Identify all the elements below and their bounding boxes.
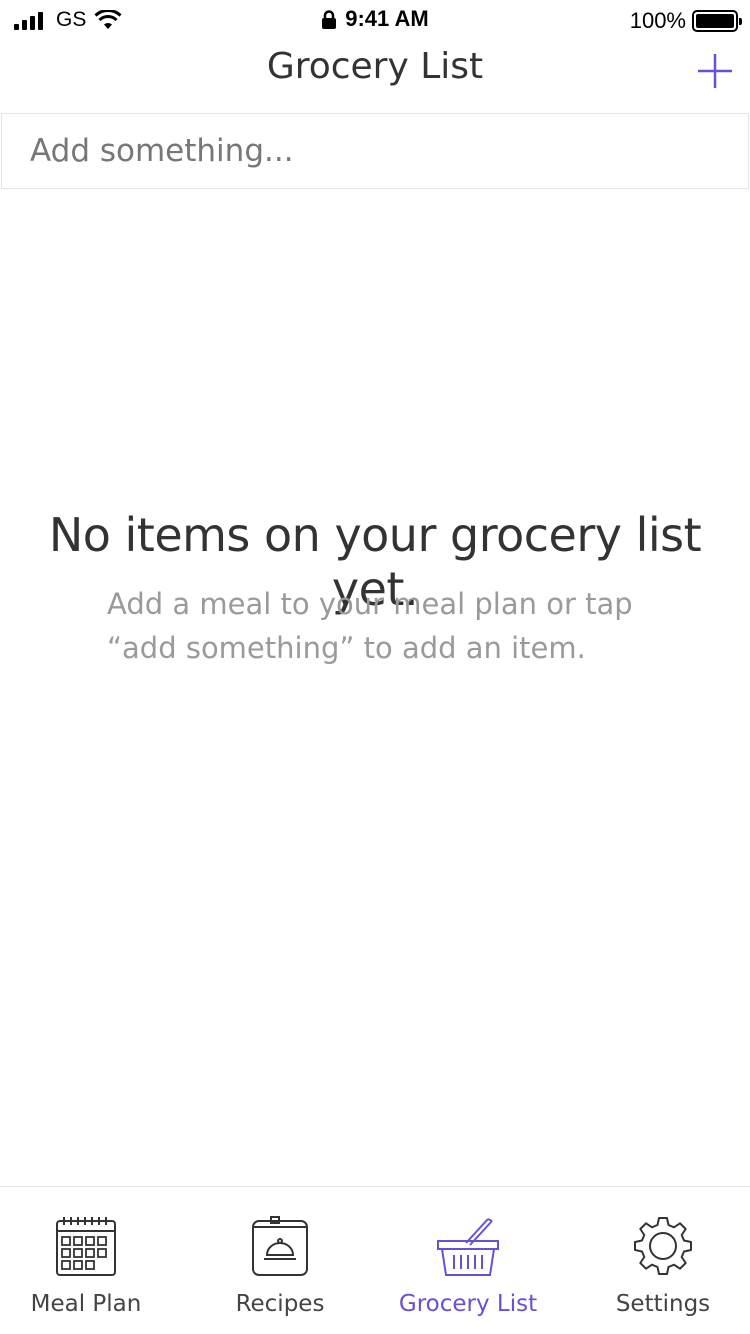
tab-label: Recipes [235,1291,325,1317]
empty-state-subtitle: Add a meal to your meal plan or tap “add… [107,587,633,665]
recipe-book-icon [252,1216,308,1276]
tab-label: Settings [615,1291,711,1317]
status-time: 9:41 AM [345,6,429,31]
status-right: 100% [629,8,742,34]
tab-recipes[interactable]: Recipes [190,1187,370,1334]
tab-label: Meal Plan [30,1291,142,1317]
tab-bar: Meal Plan Recipes Grocery List Settings [0,1186,750,1334]
gear-icon [634,1217,692,1275]
battery-percent: 100% [629,8,686,33]
plus-icon [698,54,732,88]
add-something-input[interactable] [2,114,748,188]
tab-grocery-list[interactable]: Grocery List [378,1187,558,1334]
status-bar: GS 9:41 AM 100% [0,0,750,40]
tab-meal-plan[interactable]: Meal Plan [0,1187,172,1334]
basket-icon [437,1218,499,1276]
nav-bar: Grocery List [0,40,750,112]
battery-icon [692,10,742,32]
tab-label: Grocery List [398,1291,538,1317]
tab-settings[interactable]: Settings [578,1187,748,1334]
lock-icon [322,10,337,30]
page-title: Grocery List [266,46,484,87]
calendar-icon [56,1217,116,1276]
add-item-button[interactable] [696,52,734,90]
grocery-list-screen: GS 9:41 AM 100% Grocery List Add somethi… [0,0,750,1334]
add-something-bar [1,113,749,189]
